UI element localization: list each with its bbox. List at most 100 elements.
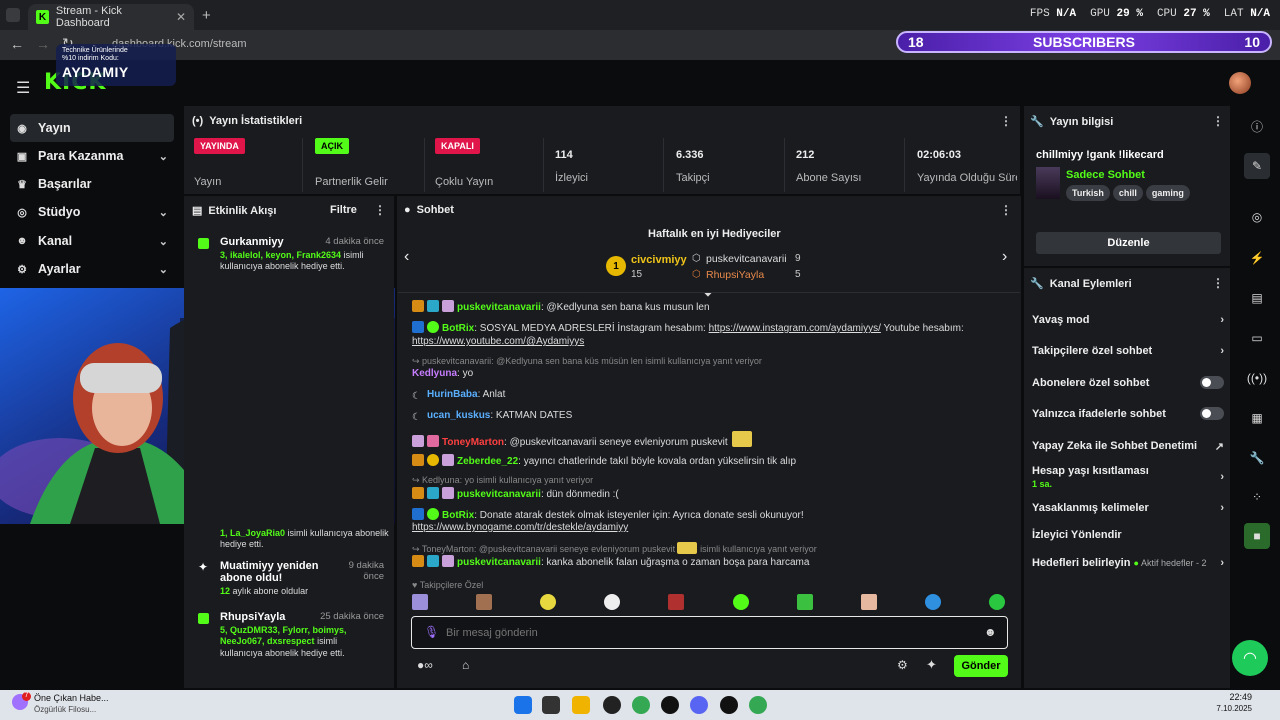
action-followers-only[interactable]: Takipçilere özel sohbet › bbox=[1032, 345, 1224, 357]
emotes-only-toggle[interactable] bbox=[1200, 407, 1224, 420]
gifters-prev-icon[interactable]: ‹ bbox=[404, 248, 409, 266]
action-ai-moderation[interactable]: Yapay Zeka ile Sohbet Denetimi ↗ bbox=[1032, 440, 1224, 453]
emote-icon[interactable] bbox=[476, 594, 493, 610]
obs-icon[interactable] bbox=[603, 696, 621, 714]
chat-reply-ref: ↪ ToneyMarton: @puskevitcanavarii seneye… bbox=[412, 542, 817, 554]
action-account-age[interactable]: Hesap yaşı kısıtlaması 1 sa. › bbox=[1032, 465, 1224, 489]
stream-preview-icon[interactable]: ■ bbox=[1244, 523, 1270, 549]
subs-only-toggle[interactable] bbox=[1200, 376, 1224, 389]
document-icon[interactable]: ▤ bbox=[1244, 285, 1270, 311]
sidebar-item-kanal[interactable]: ☻ Kanal ⌄ bbox=[10, 227, 174, 255]
broadcast-icon[interactable]: ((•)) bbox=[1244, 365, 1270, 391]
lightning-icon[interactable]: ⚡ bbox=[1244, 245, 1270, 271]
infinity-icon[interactable]: ●∞ bbox=[417, 658, 433, 672]
emoji-icon[interactable]: ☻ bbox=[984, 625, 997, 639]
store-icon[interactable]: ⌂ bbox=[462, 658, 469, 672]
send-button[interactable]: Gönder bbox=[954, 655, 1008, 677]
task-view-icon[interactable] bbox=[542, 696, 560, 714]
emote-icon[interactable] bbox=[668, 594, 685, 610]
tag[interactable]: chill bbox=[1112, 185, 1143, 201]
discord-icon[interactable] bbox=[690, 696, 708, 714]
windows-start-icon[interactable] bbox=[514, 696, 532, 714]
edit-icon[interactable]: ✎ bbox=[1244, 153, 1270, 179]
app-icon[interactable] bbox=[661, 696, 679, 714]
emote-icon[interactable] bbox=[540, 594, 557, 610]
emote-icon[interactable] bbox=[412, 594, 428, 610]
info-icon[interactable]: ⓘ bbox=[1244, 113, 1270, 139]
chevron-right-icon: › bbox=[1220, 345, 1224, 357]
emote-icon[interactable] bbox=[604, 594, 621, 610]
file-explorer-icon[interactable] bbox=[572, 696, 590, 714]
chevron-down-icon: ⌄ bbox=[158, 206, 168, 219]
action-subs-only[interactable]: Abonelere özel sohbet bbox=[1032, 376, 1224, 389]
action-slow-mode[interactable]: Yavaş mod › bbox=[1032, 314, 1224, 326]
action-emotes-only[interactable]: Yalnızca ifadelerle sohbet bbox=[1032, 407, 1224, 420]
channel-actions-more-icon[interactable]: ⋮ bbox=[1212, 276, 1224, 290]
emote-icon[interactable] bbox=[924, 594, 941, 610]
chrome-icon[interactable] bbox=[749, 696, 767, 714]
chevron-right-icon: › bbox=[1220, 502, 1224, 514]
chat-input[interactable] bbox=[446, 624, 946, 642]
rank-one-badge: 1 bbox=[606, 256, 626, 276]
user-avatar[interactable] bbox=[1229, 72, 1251, 94]
rank-two-badge: ⬡ bbox=[692, 253, 701, 264]
emote-icon[interactable] bbox=[796, 594, 813, 610]
settings-icon[interactable]: ⚙ bbox=[897, 658, 908, 672]
action-raid[interactable]: İzleyici Yönlendir bbox=[1032, 529, 1224, 541]
gifters-next-icon[interactable]: › bbox=[1002, 248, 1007, 266]
stat-coklu-yayin: KAPALI Çoklu Yayın bbox=[435, 138, 493, 192]
stats-more-icon[interactable]: ⋮ bbox=[1000, 114, 1012, 128]
sidebar-item-ayarlar[interactable]: ⚙ Ayarlar ⌄ bbox=[10, 255, 174, 283]
chat-message: Zeberdee_22: yayıncı chatlerinde takıl b… bbox=[412, 454, 796, 467]
news-title[interactable]: Öne Çıkan Habe... bbox=[34, 693, 109, 703]
chrome-icon[interactable] bbox=[632, 696, 650, 714]
sidebar-item-yayin[interactable]: ◉ Yayın bbox=[10, 114, 174, 142]
action-goals[interactable]: Hedefleri belirleyin ● Aktif hedefler - … bbox=[1032, 557, 1224, 569]
tab-menu-icon[interactable] bbox=[6, 8, 20, 22]
new-tab-icon[interactable]: + bbox=[202, 7, 211, 24]
tags-row: Turkish chill gaming bbox=[1066, 185, 1193, 201]
close-tab-icon[interactable]: ✕ bbox=[176, 10, 186, 24]
chat-link[interactable]: https://www.bynogame.com/tr/destekle/ayd… bbox=[412, 522, 628, 533]
chat-more-icon[interactable]: ⋮ bbox=[1000, 203, 1012, 217]
sidebar-item-para-kazanma[interactable]: ▣ Para Kazanma ⌄ bbox=[10, 142, 174, 170]
support-chat-icon[interactable]: ◠ bbox=[1232, 640, 1268, 676]
stream-info-more-icon[interactable]: ⋮ bbox=[1212, 114, 1224, 128]
emote-icon[interactable] bbox=[732, 594, 749, 610]
edit-button[interactable]: Düzenle bbox=[1036, 232, 1221, 254]
chevron-down-icon: ⌄ bbox=[158, 150, 168, 163]
performance-overlay: FPS N/A GPU 29 % CPU 27 % LAT N/A bbox=[1029, 8, 1270, 20]
gifter-3-name[interactable]: RhupsiYayla bbox=[706, 269, 764, 281]
hamburger-menu-icon[interactable]: ☰ bbox=[16, 78, 30, 98]
chat-link[interactable]: https://www.youtube.com/@Aydamiyys bbox=[412, 336, 584, 347]
gifter-2-count: 9 bbox=[795, 253, 801, 264]
emote-picker-icon[interactable]: ✦ bbox=[926, 657, 937, 673]
category-link[interactable]: Sadece Sohbet bbox=[1066, 169, 1145, 181]
chat-icon[interactable]: ▭ bbox=[1244, 325, 1270, 351]
layout-icon[interactable]: ▦ bbox=[1244, 405, 1270, 431]
back-icon[interactable]: ← bbox=[10, 36, 24, 52]
feed-filter-button[interactable]: Filtre bbox=[330, 204, 357, 216]
tag[interactable]: Turkish bbox=[1066, 185, 1110, 201]
stat-yayin: YAYINDA Yayın bbox=[194, 138, 245, 192]
clock-date[interactable]: 7.10.2025 bbox=[1206, 704, 1252, 713]
camera-icon[interactable]: ◎ bbox=[1244, 204, 1270, 230]
gifter-1-name[interactable]: civcivmiyy bbox=[631, 254, 687, 266]
sidebar-item-studyo[interactable]: ◎ Stüdyo ⌄ bbox=[10, 198, 174, 226]
apps-icon[interactable]: ⁘ bbox=[1244, 484, 1270, 510]
tag[interactable]: gaming bbox=[1145, 185, 1190, 201]
external-link-icon: ↗ bbox=[1214, 441, 1224, 453]
sidebar-item-basarilar[interactable]: ♛ Başarılar bbox=[10, 170, 174, 198]
app-icon[interactable] bbox=[720, 696, 738, 714]
action-banned-words[interactable]: Yasaklanmış kelimeler › bbox=[1032, 502, 1224, 514]
gifter-2-name[interactable]: puskevitcanavarii bbox=[706, 253, 787, 265]
browser-tab[interactable]: K Stream - Kick Dashboard ✕ bbox=[28, 4, 194, 30]
forward-icon[interactable]: → bbox=[36, 36, 50, 52]
feed-more-icon[interactable]: ⋮ bbox=[374, 203, 386, 217]
chat-link[interactable]: https://www.instagram.com/aydamiyys/ bbox=[709, 323, 881, 334]
clock-time[interactable]: 22:49 bbox=[1212, 692, 1252, 702]
emote-icon[interactable] bbox=[860, 594, 877, 610]
emote-icon[interactable] bbox=[988, 594, 1005, 610]
microphone-icon[interactable]: 🎙 bbox=[424, 625, 439, 639]
wrench-icon[interactable]: 🔧 bbox=[1244, 445, 1270, 471]
